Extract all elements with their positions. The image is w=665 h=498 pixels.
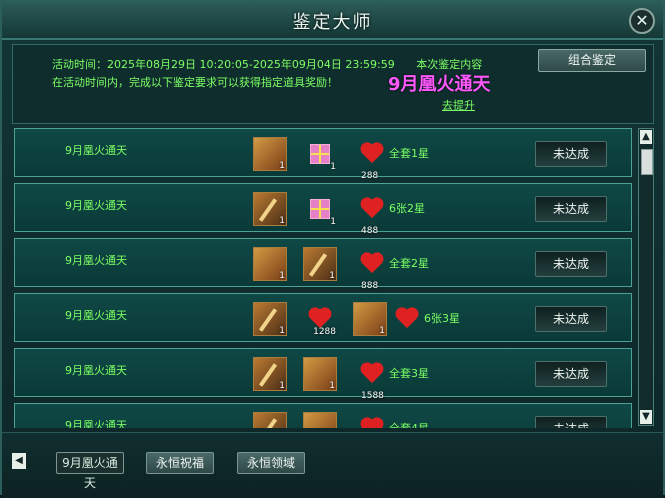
- reward-requirement: 全套3星: [389, 367, 429, 380]
- tab-eternal-realm[interactable]: 永恒领域: [237, 452, 305, 474]
- appraisal-list: 9月凰火通天 1 1 288 全套1星 未达成 9月凰火通天 1 1 488 6张2星 未达成 9月凰火…: [14, 128, 634, 428]
- item-count: 1: [379, 326, 385, 336]
- item-count: 1: [330, 162, 336, 172]
- appraisal-row: 9月凰火通天 全套4星 未达成: [14, 403, 632, 428]
- reward-heart-icon[interactable]: 6张3星: [390, 302, 460, 336]
- status-button[interactable]: 未达成: [535, 251, 607, 277]
- item-count: 1: [279, 216, 285, 226]
- status-button[interactable]: 未达成: [535, 141, 607, 167]
- appraisal-row: 9月凰火通天 1 1 288 全套1星 未达成: [14, 128, 632, 181]
- reward-requirement: 全套1星: [389, 147, 429, 160]
- character-item-icon[interactable]: 1: [353, 302, 387, 336]
- character-item-icon[interactable]: 1: [303, 357, 337, 391]
- appraisal-row: 9月凰火通天 1 1 888 全套2星 未达成: [14, 238, 632, 291]
- row-label: 9月凰火通天: [65, 309, 127, 322]
- scroll-down-icon[interactable]: ▼: [640, 410, 652, 424]
- item-count: 1: [329, 271, 335, 281]
- appraisal-row: 9月凰火通天 1 1 488 6张2星 未达成: [14, 183, 632, 236]
- appraisal-row: 9月凰火通天 1 1288 1 6张3星 未达成: [14, 293, 632, 342]
- scroll-up-icon[interactable]: ▲: [640, 130, 652, 144]
- tab-eternal-blessing[interactable]: 永恒祝福: [146, 452, 214, 474]
- reward-heart-icon[interactable]: 288 全套1星: [355, 137, 429, 181]
- character-item-icon[interactable]: 1: [253, 137, 287, 171]
- row-label: 9月凰火通天: [65, 364, 127, 377]
- combo-appraisal-button[interactable]: 组合鉴定: [538, 49, 646, 72]
- activity-time: 活动时间：2025年08月29日 10:20:05-2025年09月04日 23…: [52, 58, 395, 71]
- vertical-scrollbar[interactable]: ▲ ▼: [638, 128, 654, 426]
- window-title: 鉴定大师: [292, 12, 373, 33]
- status-button[interactable]: 未达成: [535, 196, 607, 222]
- left-arrow-icon[interactable]: ◀: [12, 453, 26, 469]
- reward-count: 1588: [361, 391, 384, 401]
- reward-heart-icon[interactable]: 1588 全套3星: [355, 357, 429, 401]
- reward-heart-icon[interactable]: 488 6张2星: [355, 192, 425, 236]
- reward-requirement: 6张2星: [389, 202, 425, 215]
- item-count: 1: [279, 161, 285, 171]
- reward-requirement: 全套2星: [389, 257, 429, 270]
- character-item-icon[interactable]: [303, 412, 337, 428]
- status-button[interactable]: 未达成: [535, 306, 607, 332]
- item-count: 1: [279, 271, 285, 281]
- sword-item-icon[interactable]: 1: [303, 247, 337, 281]
- reward-count: 488: [361, 226, 379, 236]
- sword-item-icon[interactable]: 1: [253, 302, 287, 336]
- item-count: 1: [329, 381, 335, 391]
- gift-box-icon[interactable]: 1: [303, 192, 337, 227]
- sword-item-icon[interactable]: 1: [253, 357, 287, 391]
- reward-requirement: 6张3星: [424, 312, 460, 325]
- status-button[interactable]: 未达成: [535, 361, 607, 387]
- item-count: 1: [330, 217, 336, 227]
- row-label: 9月凰火通天: [65, 144, 127, 157]
- heart-icon[interactable]: 1288: [303, 302, 337, 337]
- reward-count: 888: [361, 281, 379, 291]
- status-button[interactable]: 未达成: [535, 416, 607, 428]
- event-name: 9月凰火通天: [388, 74, 491, 95]
- reward-heart-icon[interactable]: 888 全套2星: [355, 247, 429, 291]
- row-label: 9月凰火通天: [65, 254, 127, 267]
- title-bar: 鉴定大师 ✕: [2, 2, 663, 40]
- scroll-thumb[interactable]: [641, 149, 653, 175]
- close-icon[interactable]: ✕: [629, 8, 655, 34]
- row-label: 9月凰火通天: [65, 419, 127, 428]
- reward-heart-icon[interactable]: 全套4星: [355, 412, 429, 428]
- appraisal-row: 9月凰火通天 1 1 1588 全套3星 未达成: [14, 348, 632, 401]
- sword-item-icon[interactable]: [253, 412, 287, 428]
- item-count: 1288: [313, 327, 336, 337]
- row-label: 9月凰火通天: [65, 199, 127, 212]
- reward-count: 288: [361, 171, 379, 181]
- tab-event[interactable]: 9月凰火通天: [56, 452, 124, 490]
- promote-link[interactable]: 去提升: [442, 97, 475, 113]
- item-count: 1: [279, 381, 285, 391]
- reward-tip: 在活动时间内，完成以下鉴定要求可以获得指定道具奖励！: [52, 76, 338, 89]
- sword-item-icon[interactable]: 1: [253, 192, 287, 226]
- gift-box-icon[interactable]: 1: [303, 137, 337, 172]
- appraisal-master-window: 鉴定大师 ✕ 活动时间：2025年08月29日 10:20:05-2025年09…: [0, 0, 665, 498]
- reward-requirement: 全套4星: [389, 420, 429, 428]
- item-count: 1: [279, 326, 285, 336]
- character-item-icon[interactable]: 1: [253, 247, 287, 281]
